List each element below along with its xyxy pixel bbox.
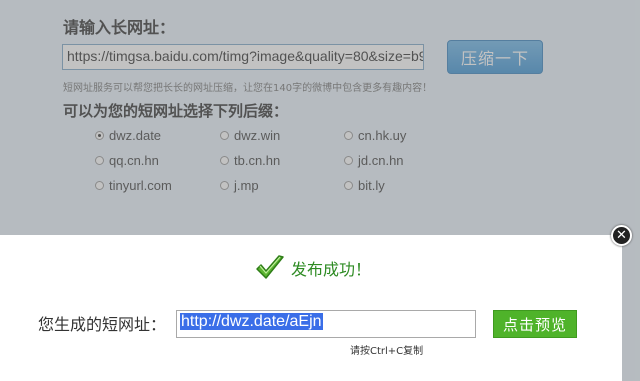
short-url-value: http://dwz.date/aEjn — [180, 313, 323, 330]
check-icon — [256, 255, 284, 279]
copy-hint: 请按Ctrl+C复制 — [350, 346, 424, 357]
page: 请输入长网址： https://timgsa.baidu.com/timg?im… — [0, 0, 640, 381]
success-text: 发布成功！ — [291, 260, 372, 279]
success-message: 发布成功！ — [254, 253, 371, 283]
short-url-field[interactable]: http://dwz.date/aEjn — [176, 310, 476, 338]
close-icon[interactable]: ✕ — [611, 225, 632, 246]
preview-button[interactable]: 点击预览 — [493, 310, 577, 338]
result-label: 您生成的短网址： — [38, 315, 167, 334]
